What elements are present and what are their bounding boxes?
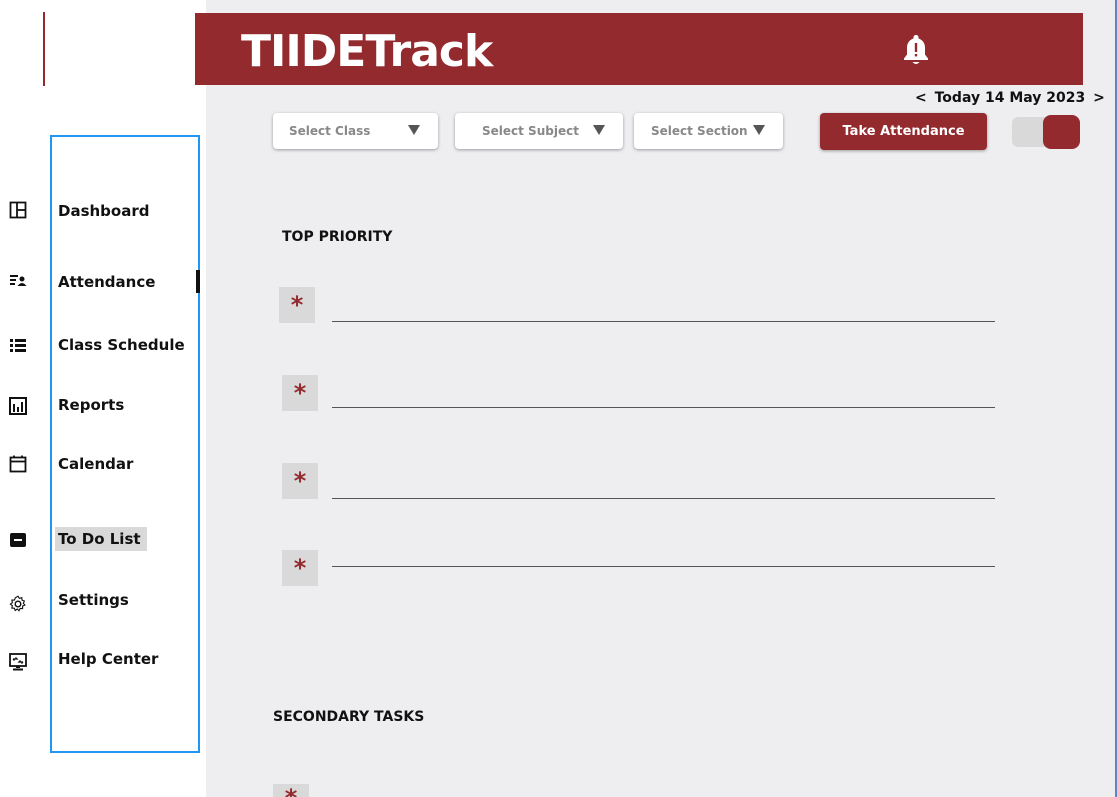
app-title: TIIDETrack <box>241 26 493 77</box>
active-indicator <box>196 270 200 293</box>
task-input-line[interactable] <box>332 566 995 567</box>
bar-chart-icon[interactable] <box>8 396 28 416</box>
select-subject-label: Select Subject <box>482 124 579 138</box>
calendar-icon[interactable] <box>8 454 28 474</box>
chevron-down-icon <box>408 125 420 135</box>
toggle-knob <box>1043 115 1080 149</box>
select-class-dropdown[interactable]: Select Class <box>273 113 438 149</box>
sidebar-item-help-center[interactable]: Help Center <box>58 650 158 668</box>
icon-rail <box>0 0 43 797</box>
priority-marker-icon: * <box>282 463 318 499</box>
priority-marker-icon: * <box>282 550 318 586</box>
take-attendance-button[interactable]: Take Attendance <box>820 113 987 150</box>
sidebar-item-calendar[interactable]: Calendar <box>58 455 133 473</box>
sidebar-item-reports[interactable]: Reports <box>58 396 124 414</box>
secondary-tasks-title: SECONDARY TASKS <box>273 709 425 725</box>
task-input-line[interactable] <box>332 498 995 499</box>
sidebar-accent <box>43 12 45 86</box>
app-header: TIIDETrack <box>195 13 1083 85</box>
select-subject-dropdown[interactable]: Select Subject <box>455 113 623 149</box>
sidebar-item-to-do-list[interactable]: To Do List <box>55 527 147 551</box>
priority-marker-icon: * <box>282 375 318 411</box>
select-section-label: Select Section <box>651 124 748 138</box>
help-center-icon[interactable] <box>8 652 28 672</box>
top-priority-title: TOP PRIORITY <box>282 229 393 245</box>
attendance-icon[interactable] <box>8 270 28 290</box>
chevron-down-icon <box>593 125 605 135</box>
sidebar-item-class-schedule[interactable]: Class Schedule <box>58 336 185 354</box>
list-icon[interactable] <box>8 335 28 355</box>
task-input-line[interactable] <box>332 321 995 322</box>
date-navigator: < Today 14 May 2023 > <box>912 90 1108 106</box>
select-section-dropdown[interactable]: Select Section <box>634 113 783 149</box>
next-date-button[interactable]: > <box>1090 90 1108 106</box>
dashboard-icon[interactable] <box>8 200 28 220</box>
priority-marker-icon: * <box>273 784 309 797</box>
todo-icon[interactable] <box>8 530 28 550</box>
notification-bell-icon[interactable] <box>901 32 931 68</box>
mode-toggle[interactable] <box>1012 115 1080 149</box>
sidebar-item-dashboard[interactable]: Dashboard <box>58 202 149 220</box>
sidebar-item-settings[interactable]: Settings <box>58 591 129 609</box>
prev-date-button[interactable]: < <box>912 90 930 106</box>
current-date-label: Today 14 May 2023 <box>934 90 1086 106</box>
task-input-line[interactable] <box>332 407 995 408</box>
gear-icon[interactable] <box>8 594 28 614</box>
sidebar-item-attendance[interactable]: Attendance <box>58 273 155 291</box>
priority-marker-icon: * <box>279 287 315 323</box>
select-class-label: Select Class <box>289 124 371 138</box>
chevron-down-icon <box>753 125 765 135</box>
